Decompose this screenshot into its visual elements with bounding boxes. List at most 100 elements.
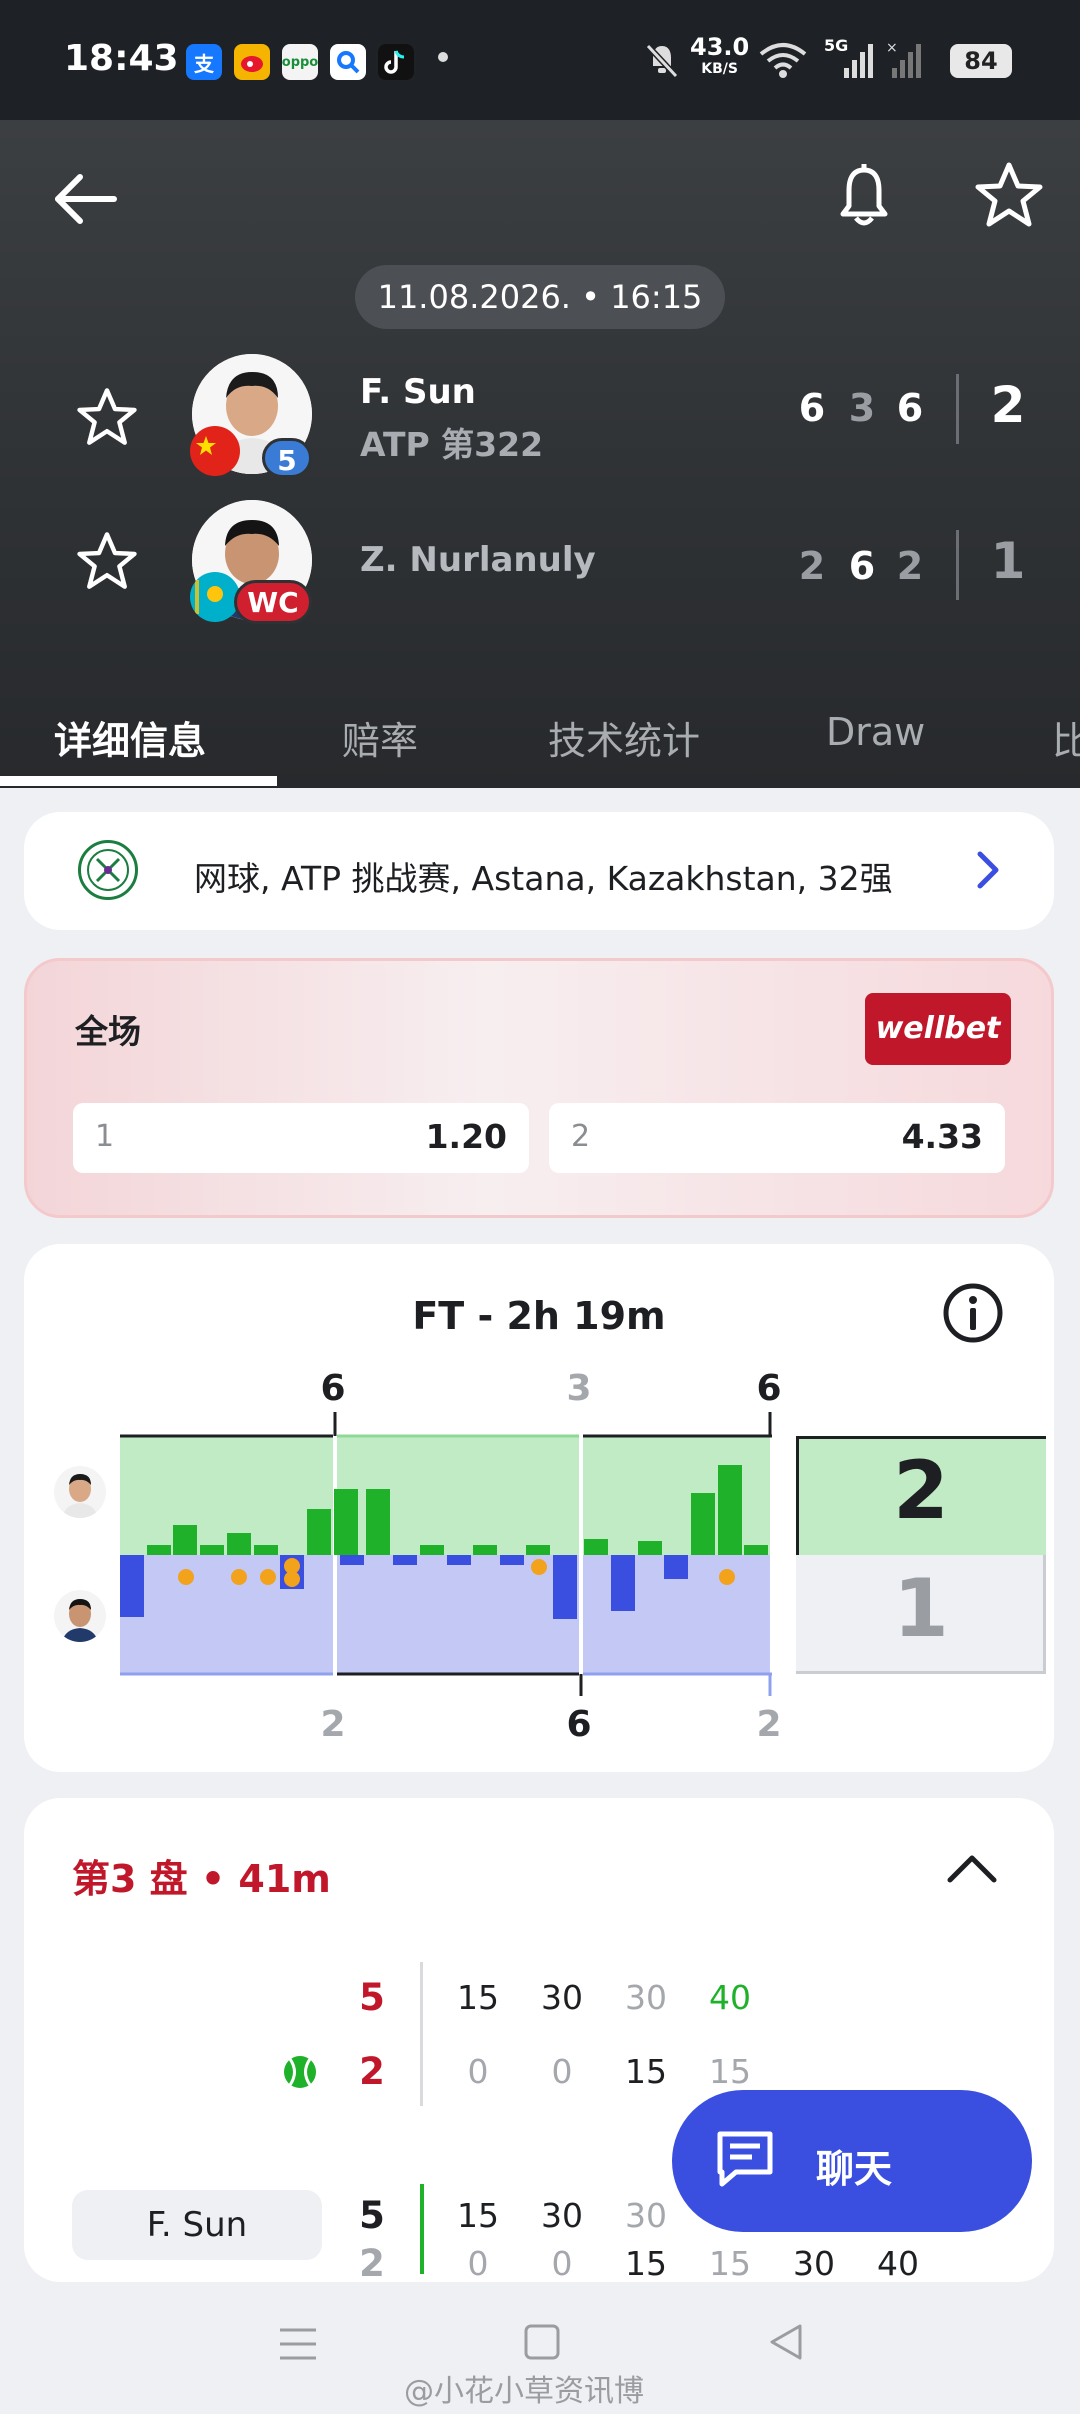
tab-more[interactable]: 比 (1052, 710, 1080, 765)
momentum-bar (744, 1545, 768, 1555)
more-notifications-dot (438, 52, 448, 62)
active-tab-indicator (0, 776, 277, 786)
svg-text:×: × (886, 40, 898, 56)
top-set2-score: 3 (566, 1368, 592, 1409)
tournament-card[interactable]: 网球, ATP 挑战赛, Astana, Kazakhstan, 32强 (24, 812, 1054, 930)
tab-details[interactable]: 详细信息 (54, 710, 206, 765)
menu-icon[interactable] (276, 2322, 320, 2370)
match-datetime: 11.08.2026. • 16:15 (355, 265, 725, 329)
score-divider (956, 530, 959, 600)
tab-odds[interactable]: 赔率 (342, 710, 418, 765)
point: 30 (793, 2244, 835, 2282)
bookmaker-logo[interactable]: wellbet (865, 993, 1011, 1065)
row-divider (420, 1962, 423, 2106)
top-set1-score: 6 (320, 1368, 346, 1409)
momentum-bar (340, 1555, 364, 1565)
odds-option-label: 1 (95, 1119, 115, 1154)
player2-set2: 6 (848, 544, 876, 588)
player1-rank: ATP 第322 (360, 425, 544, 464)
set3-row3-games: 5 (359, 2194, 385, 2237)
net-speed: 43.0 KB/S (690, 33, 750, 77)
player2-sets-won: 1 (893, 1562, 949, 1655)
break-point-marker (260, 1569, 276, 1585)
momentum-bar (691, 1493, 715, 1555)
momentum-bar (638, 1541, 662, 1555)
bottom-set2-score: 6 (566, 1704, 592, 1745)
momentum-card: FT - 2h 19m 6 3 6 2 6 2 2 1 (24, 1244, 1054, 1772)
odds-title: 全场 (75, 1012, 141, 1051)
set3-title: 第3 盘 • 41m (72, 1857, 331, 1901)
momentum-bar (120, 1555, 144, 1617)
point: 30 (625, 1978, 667, 2017)
status-bar: 18:43 支 oppo 43.0 KB/S 5G × 84 (0, 0, 1080, 120)
tennis-ball-icon (282, 2054, 318, 2094)
bell-icon[interactable] (834, 162, 894, 236)
battery-indicator: 84 (950, 44, 1012, 78)
point: 0 (551, 2244, 573, 2282)
momentum-bar (500, 1555, 524, 1565)
back-arrow-icon[interactable] (50, 164, 120, 238)
break-point-marker (231, 1569, 247, 1585)
chevron-up-icon[interactable] (942, 1848, 1002, 1892)
tournament-label: 网球, ATP 挑战赛, Astana, Kazakhstan, 32强 (194, 859, 893, 898)
player2-set3: 2 (896, 544, 924, 588)
player1-favorite-star-icon[interactable] (76, 386, 138, 452)
weibo-icon (234, 44, 270, 80)
set3-row2-games: 2 (359, 2050, 385, 2093)
tab-bar: 详细信息 赔率 技术统计 Draw 比 (0, 680, 1080, 788)
momentum-bar (526, 1545, 550, 1555)
chevron-right-icon (968, 848, 1008, 896)
odds-option-label: 2 (571, 1119, 591, 1154)
momentum-bar (611, 1555, 635, 1611)
home-icon[interactable] (522, 2322, 562, 2366)
momentum-bar (553, 1555, 577, 1619)
momentum-bar (393, 1555, 417, 1565)
point: 0 (467, 2244, 489, 2282)
momentum-bar (307, 1509, 331, 1555)
momentum-bar (420, 1545, 444, 1555)
player2-name[interactable]: Z. Nurlanuly (360, 540, 596, 580)
wifi-icon (758, 40, 808, 84)
momentum-bar (254, 1545, 278, 1555)
tab-draw[interactable]: Draw (826, 710, 925, 754)
set3-row4-games: 2 (359, 2242, 385, 2282)
point: 30 (625, 2196, 667, 2235)
odds-option-2[interactable]: 2 4.33 (549, 1103, 1005, 1173)
break-point-marker (284, 1571, 300, 1587)
point: 30 (541, 1978, 583, 2017)
point: 30 (541, 2196, 583, 2235)
momentum-bar (447, 1555, 471, 1565)
kazakhstan-flag-icon (190, 572, 240, 622)
player2-total: 1 (990, 532, 1026, 590)
momentum-bar (366, 1489, 390, 1555)
point: 0 (467, 2052, 489, 2091)
search-app-icon (330, 44, 366, 80)
tab-statistics[interactable]: 技术统计 (548, 710, 700, 765)
tiktok-icon (378, 44, 414, 80)
signal-icon-2: × (884, 40, 928, 84)
bottom-set3-score: 2 (756, 1704, 782, 1745)
mute-icon (642, 40, 682, 84)
player1-name[interactable]: F. Sun (360, 372, 476, 412)
bottom-set1-score: 2 (320, 1704, 346, 1745)
point: 15 (625, 2052, 667, 2091)
momentum-bar (664, 1555, 688, 1579)
player2-favorite-star-icon[interactable] (76, 530, 138, 596)
break-point-marker (178, 1569, 194, 1585)
oppo-icon: oppo (282, 44, 318, 80)
score-divider (956, 374, 959, 444)
chat-button[interactable]: 聊天 (672, 2090, 1032, 2232)
momentum-bar (200, 1545, 224, 1555)
momentum-bar (147, 1545, 171, 1555)
momentum-bar (584, 1539, 608, 1555)
momentum-bar (473, 1545, 497, 1555)
chat-label: 聊天 (816, 2147, 893, 2191)
odds-option-1[interactable]: 1 1.20 (73, 1103, 529, 1173)
player2-set1: 2 (798, 544, 826, 588)
point: 15 (457, 1978, 499, 2017)
player1-zone (120, 1436, 770, 1555)
player1-sets-won: 2 (893, 1444, 949, 1537)
momentum-bar (718, 1465, 742, 1555)
back-triangle-icon[interactable] (766, 2322, 806, 2366)
favorite-star-icon[interactable] (974, 160, 1044, 234)
